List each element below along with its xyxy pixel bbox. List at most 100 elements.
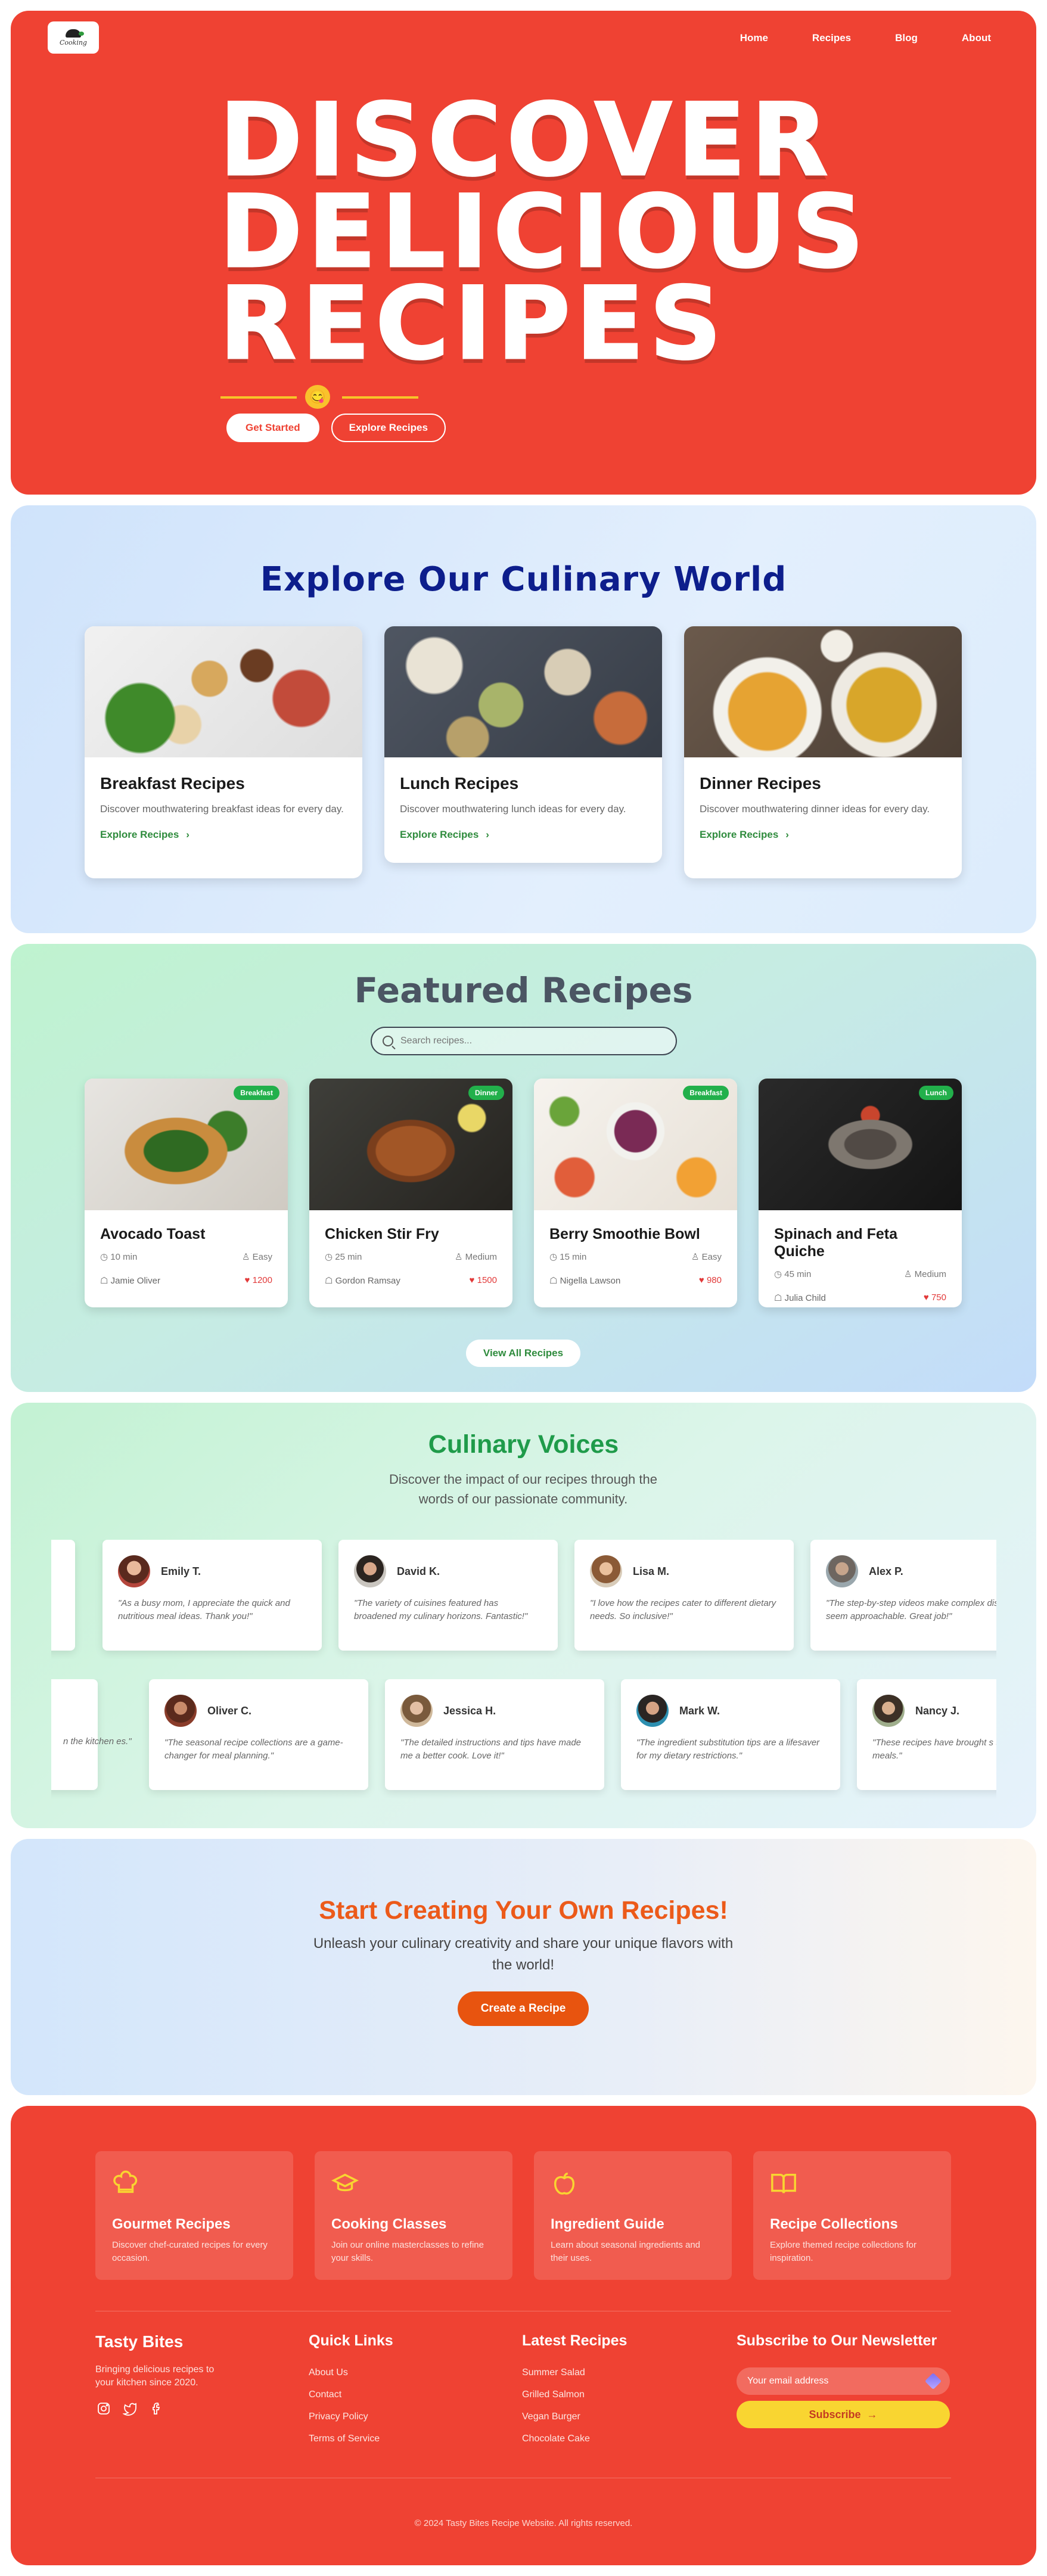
feature-card[interactable]: Cooking Classes Join our online mastercl… <box>315 2151 512 2280</box>
difficulty-value: Medium <box>914 1269 946 1279</box>
hero-section: Cooking Home Recipes Blog About DISCOVER… <box>11 11 1036 495</box>
email-field[interactable]: Your email address <box>737 2367 950 2395</box>
featured-section: Featured Recipes Breakfast Avocado Toast… <box>11 944 1036 1392</box>
nav-blog[interactable]: Blog <box>895 32 918 44</box>
cta-title: Start Creating Your Own Recipes! <box>319 1896 728 1925</box>
testimonial-card: Mark W. "The ingredient substitution tip… <box>621 1679 840 1790</box>
explore-section: Explore Our Culinary World Breakfast Rec… <box>11 505 1036 933</box>
category-desc: Discover mouthwatering lunch ideas for e… <box>400 803 626 815</box>
testimonial-quote: n the kitchen es." <box>63 1736 132 1747</box>
avatar <box>636 1695 669 1727</box>
author-name: Jamie Oliver <box>110 1276 160 1286</box>
recipe-time: ◷ 15 min <box>549 1251 586 1262</box>
testimonial-quote: "The step-by-step videos make complex di… <box>826 1598 996 1621</box>
clock-icon: ◷ <box>100 1252 111 1262</box>
divider-line <box>342 396 418 399</box>
footer-link[interactable]: About Us <box>309 2367 393 2378</box>
category-card-lunch[interactable]: Lunch Recipes Discover mouthwatering lun… <box>384 626 662 863</box>
search-box[interactable] <box>371 1027 677 1055</box>
chef-hat-icon <box>113 2170 138 2193</box>
recipe-title: Chicken Stir Fry <box>325 1226 439 1242</box>
feature-card[interactable]: Gourmet Recipes Discover chef-curated re… <box>95 2151 293 2280</box>
create-recipe-button[interactable]: Create a Recipe <box>458 1991 589 2026</box>
recipe-card[interactable]: Lunch Spinach and Feta Quiche ◷ 45 min ♙… <box>759 1079 962 1307</box>
footer-brand: Tasty Bites Bringing delicious recipes t… <box>95 2332 215 2417</box>
email-placeholder: Your email address <box>747 2376 829 2386</box>
recipe-time: ◷ 25 min <box>325 1251 362 1262</box>
explore-recipes-link[interactable]: Explore Recipes › <box>400 829 647 841</box>
nav-recipes[interactable]: Recipes <box>812 32 851 44</box>
featured-title: Featured Recipes <box>354 970 693 1011</box>
nav-home[interactable]: Home <box>740 32 768 44</box>
category-title: Dinner Recipes <box>700 774 821 793</box>
view-all-recipes-button[interactable]: View All Recipes <box>466 1340 580 1367</box>
clock-icon: ◷ <box>325 1252 335 1262</box>
avatar <box>872 1695 905 1727</box>
chef-hat-icon: ☖ <box>774 1293 785 1303</box>
hero-title-line: DELICIOUS <box>219 173 869 290</box>
main-nav: Home Recipes Blog About <box>696 32 991 44</box>
recipe-author: ☖ Gordon Ramsay <box>325 1275 400 1286</box>
explore-recipes-link[interactable]: Explore Recipes › <box>100 829 347 841</box>
brand-desc: Bringing delicious recipes to your kitch… <box>95 2364 215 2388</box>
heart-icon: ♥ <box>244 1275 253 1285</box>
get-started-button[interactable]: Get Started <box>226 414 319 442</box>
testimonial-quote: "As a busy mom, I appreciate the quick a… <box>118 1598 290 1621</box>
feature-card[interactable]: Recipe Collections Explore themed recipe… <box>753 2151 951 2280</box>
testimonial-quote: "These recipes have brought s to our fam… <box>872 1738 996 1761</box>
avatar <box>118 1555 150 1587</box>
nav-about[interactable]: About <box>962 32 991 44</box>
footer-link[interactable]: Terms of Service <box>309 2434 393 2444</box>
recipe-title: Spinach and Feta Quiche <box>774 1226 897 1260</box>
recipe-title: Avocado Toast <box>100 1226 206 1242</box>
voices-title: Culinary Voices <box>428 1430 619 1459</box>
yum-face-icon: 😋 <box>305 385 330 409</box>
footer-latest-recipes: Latest Recipes Summer Salad Grilled Salm… <box>522 2332 627 2456</box>
recipe-likes[interactable]: ♥ 1200 <box>245 1275 272 1286</box>
feature-card[interactable]: Ingredient Guide Learn about seasonal in… <box>534 2151 732 2280</box>
recipe-likes[interactable]: ♥ 1500 <box>470 1275 497 1286</box>
autofill-icon <box>924 2372 942 2390</box>
newsletter-title: Subscribe to Our Newsletter <box>737 2332 937 2349</box>
heart-icon: ♥ <box>698 1275 707 1285</box>
recipe-image: Dinner <box>309 1079 512 1210</box>
hero-title-line: DISCOVER <box>219 82 834 198</box>
recipe-image: Breakfast <box>534 1079 737 1210</box>
link-label: Explore Recipes <box>700 829 779 840</box>
book-open-icon <box>771 2173 796 2193</box>
recipe-likes[interactable]: ♥ 750 <box>924 1292 946 1303</box>
recipe-card[interactable]: Dinner Chicken Stir Fry ◷ 25 min ♙ Mediu… <box>309 1079 512 1307</box>
award-icon: ♙ <box>242 1252 253 1262</box>
avatar <box>826 1555 858 1587</box>
recipe-card[interactable]: Breakfast Avocado Toast ◷ 10 min ♙ Easy … <box>85 1079 288 1307</box>
footer-link[interactable]: Vegan Burger <box>522 2412 627 2422</box>
facebook-icon[interactable] <box>148 2400 164 2417</box>
footer-link[interactable]: Summer Salad <box>522 2367 627 2378</box>
testimonials-section: Culinary Voices Discover the impact of o… <box>11 1403 1036 1828</box>
category-card-breakfast[interactable]: Breakfast Recipes Discover mouthwatering… <box>85 626 362 878</box>
footer-link[interactable]: Chocolate Cake <box>522 2434 627 2444</box>
recipe-likes[interactable]: ♥ 980 <box>699 1275 722 1286</box>
twitter-icon[interactable] <box>122 2400 138 2417</box>
instagram-icon[interactable] <box>95 2400 112 2417</box>
subscribe-button[interactable]: Subscribe → <box>737 2401 950 2428</box>
logo[interactable]: Cooking <box>48 21 99 54</box>
avatar <box>164 1695 197 1727</box>
clock-icon: ◷ <box>549 1252 560 1262</box>
reviewer-name: Emily T. <box>161 1565 201 1577</box>
recipe-card[interactable]: Breakfast Berry Smoothie Bowl ◷ 15 min ♙… <box>534 1079 737 1307</box>
likes-count: 980 <box>706 1275 722 1285</box>
footer-link[interactable]: Grilled Salmon <box>522 2389 627 2400</box>
graduation-cap-icon <box>331 2173 359 2192</box>
footer-link[interactable]: Contact <box>309 2389 393 2400</box>
search-input[interactable] <box>400 1036 651 1046</box>
explore-recipes-link[interactable]: Explore Recipes › <box>700 829 946 841</box>
category-card-dinner[interactable]: Dinner Recipes Discover mouthwatering di… <box>684 626 962 878</box>
likes-count: 1500 <box>477 1275 497 1285</box>
recipe-difficulty: ♙ Easy <box>242 1251 272 1262</box>
testimonial-row: n the kitchen es." Oliver C. "The season… <box>51 1679 996 1798</box>
explore-recipes-button[interactable]: Explore Recipes <box>331 414 446 442</box>
hero-buttons: Get Started Explore Recipes <box>226 414 446 442</box>
copyright: © 2024 Tasty Bites Recipe Website. All r… <box>414 2518 633 2528</box>
footer-link[interactable]: Privacy Policy <box>309 2412 393 2422</box>
